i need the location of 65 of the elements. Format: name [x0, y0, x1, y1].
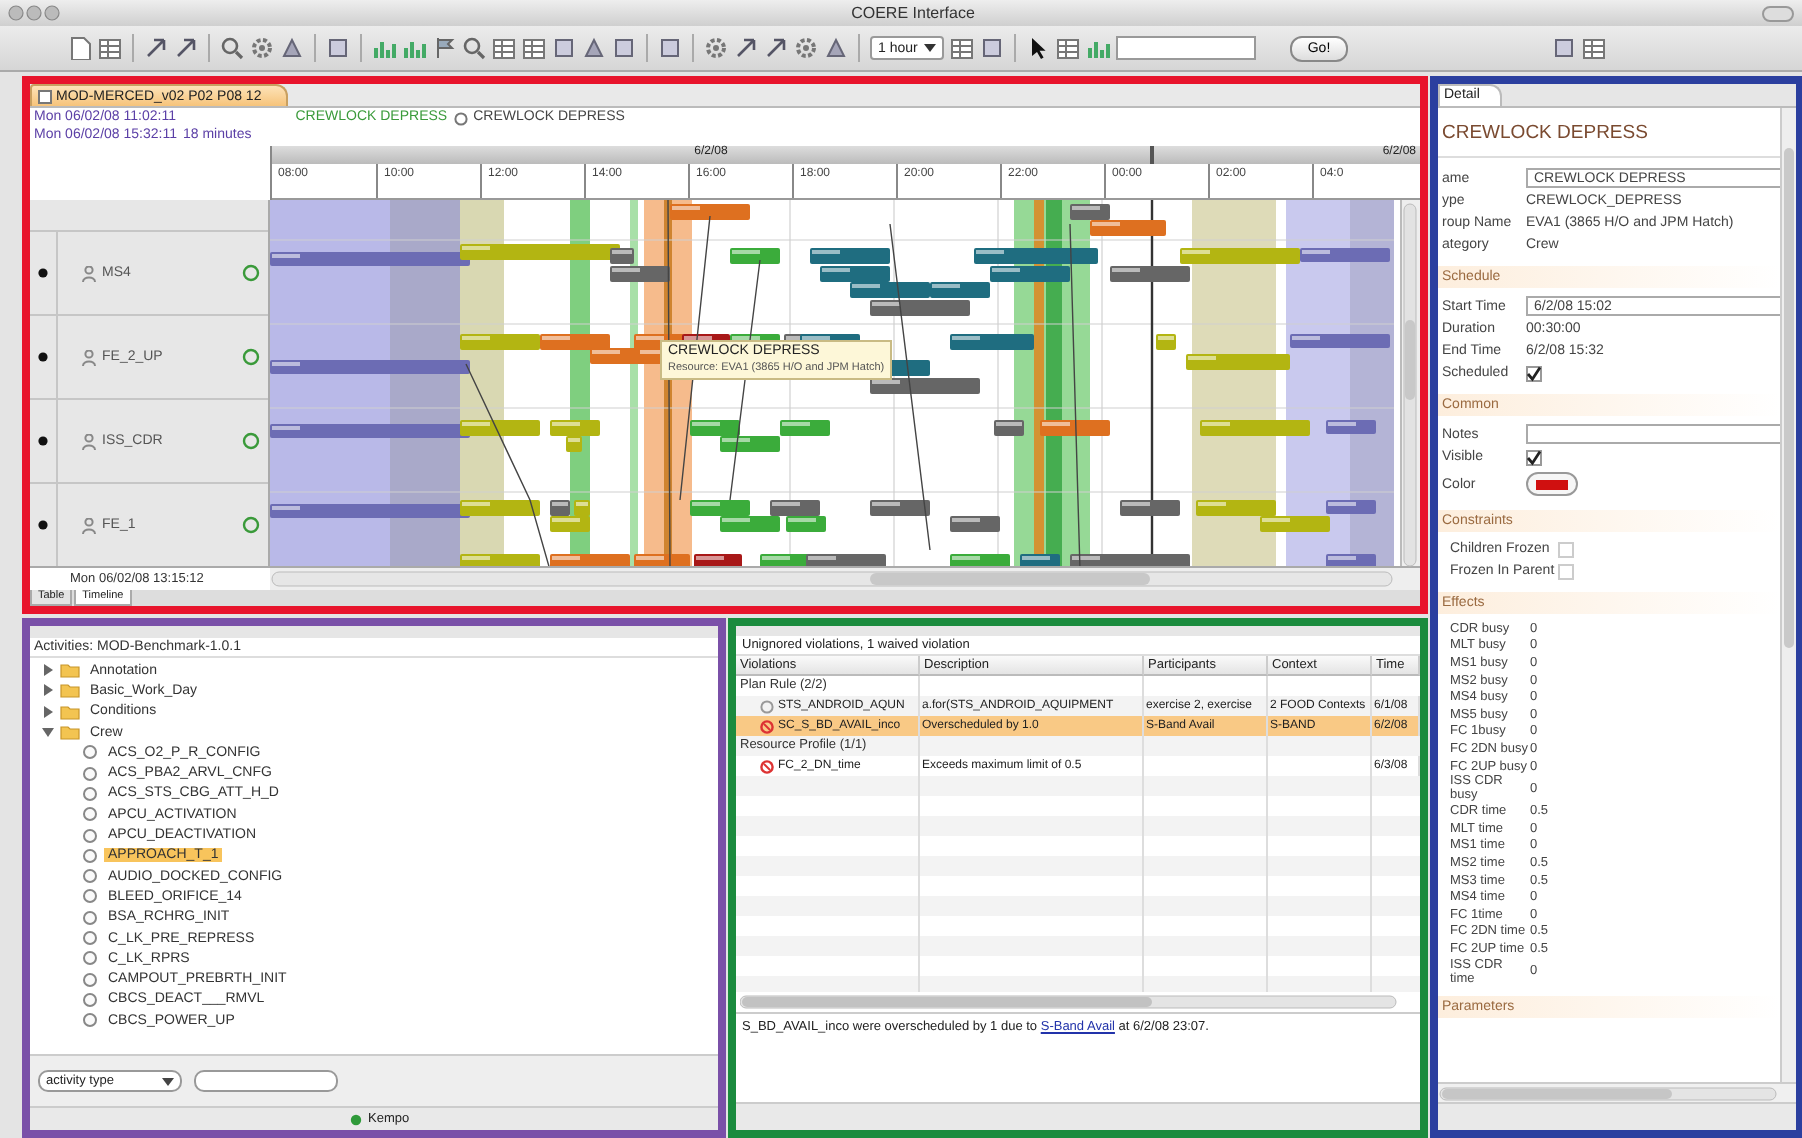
toolbar-toggle-icon[interactable] — [1762, 5, 1794, 21]
square-icon[interactable] — [552, 36, 576, 60]
vertical-scrollbar[interactable] — [1402, 200, 1418, 570]
triangle-icon[interactable] — [280, 36, 304, 60]
settings-icon[interactable] — [704, 36, 728, 60]
check-icon — [1526, 365, 1542, 381]
square-icon[interactable] — [326, 36, 350, 60]
grid-icon[interactable] — [492, 36, 516, 60]
horizontal-scrollbar[interactable] — [270, 568, 1394, 590]
arrow-icon[interactable] — [174, 36, 198, 60]
arrow-icon[interactable] — [764, 36, 788, 60]
grid-icon[interactable] — [522, 36, 546, 60]
grid-icon[interactable] — [949, 36, 974, 60]
triangle-icon[interactable] — [582, 36, 606, 60]
square-icon[interactable] — [612, 36, 636, 60]
settings-icon[interactable] — [794, 36, 818, 60]
checkbox[interactable] — [1526, 449, 1542, 465]
status-icon — [242, 432, 260, 450]
check-icon — [1526, 449, 1542, 465]
settings-icon[interactable] — [250, 36, 274, 60]
window-title: COERE Interface — [849, 4, 977, 22]
grid-icon[interactable] — [1055, 36, 1080, 60]
input-field[interactable] — [1526, 424, 1780, 444]
zoom-icon[interactable] — [220, 36, 244, 60]
square-icon[interactable] — [979, 36, 1004, 60]
checkbox[interactable] — [1526, 365, 1542, 381]
activity-icon — [453, 111, 468, 126]
flag-icon[interactable] — [432, 36, 456, 60]
collapse-arrow-icon[interactable] — [42, 726, 54, 739]
status-icon — [242, 348, 260, 366]
search-field[interactable] — [194, 1070, 338, 1092]
horizontal-scrollbar[interactable] — [740, 994, 1400, 1010]
person-icon — [82, 433, 96, 449]
bar-chart-icon[interactable] — [402, 36, 426, 60]
grid-icon[interactable] — [98, 36, 122, 60]
bar-chart-icon[interactable] — [1085, 36, 1110, 60]
window-buttons-icon[interactable] — [8, 4, 64, 22]
caret-icon — [162, 1075, 174, 1087]
status-icon — [242, 264, 260, 282]
eye-dot-icon[interactable] — [38, 268, 48, 278]
eye-dot-icon[interactable] — [38, 520, 48, 530]
person-icon — [82, 265, 96, 281]
color-button[interactable] — [1526, 472, 1578, 496]
search-field[interactable] — [1115, 36, 1256, 60]
expand-arrow-icon[interactable] — [42, 705, 54, 718]
horizontal-scrollbar[interactable] — [1438, 1085, 1778, 1101]
eye-dot-icon[interactable] — [38, 352, 48, 362]
expand-arrow-icon[interactable] — [42, 664, 54, 677]
eye-dot-icon[interactable] — [38, 436, 48, 446]
person-icon — [82, 517, 96, 533]
arrow-icon[interactable] — [144, 36, 168, 60]
arrow-icon[interactable] — [734, 36, 758, 60]
status-icon — [242, 516, 260, 534]
square-icon[interactable] — [658, 36, 682, 60]
expand-arrow-icon[interactable] — [42, 684, 54, 697]
status-dot-icon — [350, 1113, 362, 1125]
triangle-icon[interactable] — [824, 36, 848, 60]
document-icon[interactable] — [68, 36, 92, 60]
grid-icon[interactable] — [1581, 36, 1606, 60]
bar-chart-icon[interactable] — [372, 36, 396, 60]
zoom-icon[interactable] — [462, 36, 486, 60]
document-icon — [38, 89, 52, 103]
person-icon — [82, 349, 96, 365]
square-icon[interactable] — [1551, 36, 1576, 60]
caret-icon — [923, 42, 936, 54]
